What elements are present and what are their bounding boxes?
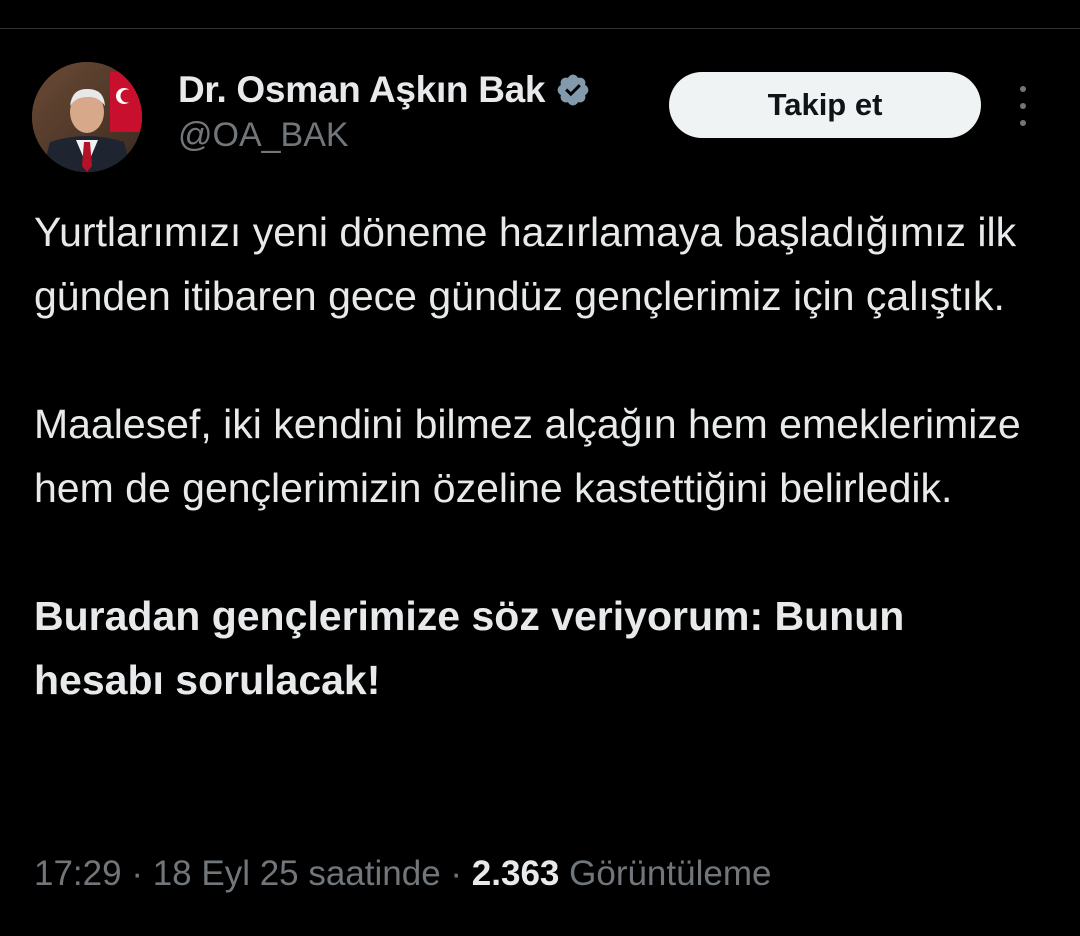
handle[interactable]: @OA_BAK: [178, 116, 591, 155]
tweet-paragraph-2: Maalesef, iki kendini bilmez alçağın hem…: [34, 401, 1021, 511]
tweet-paragraph-1: Yurtlarımızı yeni döneme hazırlamaya baş…: [34, 209, 1017, 319]
display-name-row: Dr. Osman Aşkın Bak: [178, 68, 591, 112]
author-block: Dr. Osman Aşkın Bak @OA_BAK: [178, 68, 591, 155]
tweet-paragraph-3: Buradan gençlerimize söz veriyorum: Bunu…: [34, 593, 905, 703]
meta-separator: ·: [121, 854, 153, 893]
more-options-icon[interactable]: [1008, 86, 1038, 126]
verified-badge-icon[interactable]: [555, 72, 591, 108]
more-dot: [1020, 86, 1026, 92]
display-name[interactable]: Dr. Osman Aşkın Bak: [178, 69, 546, 111]
views-count: 2.363: [471, 854, 560, 893]
tweet-time[interactable]: 17:29: [34, 854, 122, 893]
tweet-date[interactable]: 18 Eyl 25 saatinde: [153, 854, 441, 893]
tweet-text: Yurtlarımızı yeni döneme hazırlamaya baş…: [34, 200, 1044, 712]
tweet: Dr. Osman Aşkın Bak @OA_BAK Takip et Yur…: [0, 28, 1080, 936]
more-dot: [1020, 120, 1026, 126]
tweet-meta: 17:29 · 18 Eyl 25 saatinde · 2.363 Görün…: [34, 854, 771, 894]
top-divider: [0, 0, 1080, 29]
views-label: Görüntüleme: [569, 854, 772, 893]
meta-separator: ·: [440, 854, 472, 893]
more-dot: [1020, 103, 1026, 109]
follow-button[interactable]: Takip et: [669, 72, 981, 138]
avatar[interactable]: [32, 62, 142, 172]
